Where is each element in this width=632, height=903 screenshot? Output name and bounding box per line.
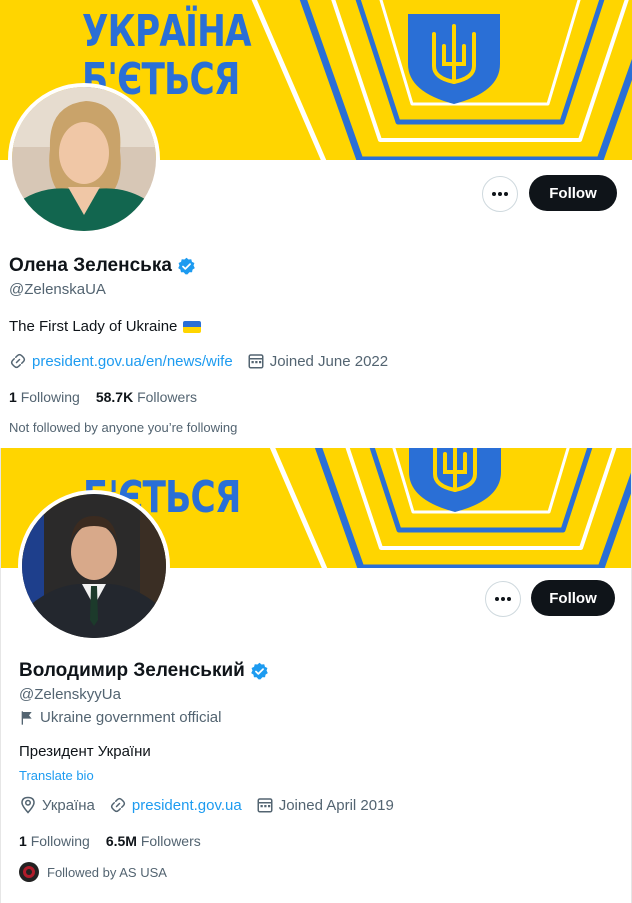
more-icon [495,597,511,601]
profile-meta: president.gov.ua/en/news/wife Joined Jun… [9,352,402,370]
display-name-text: Олена Зеленська [9,255,172,276]
display-name: Володимир Зеленський [19,660,269,682]
bio-text: Президент України [19,743,151,760]
following-link[interactable]: 1 Following [9,389,80,405]
followed-by-text: Not followed by anyone you’re following [9,420,238,435]
handle: @ZelenskaUA [9,281,106,298]
followed-by[interactable]: Followed by AS USA [19,862,167,882]
handle: @ZelenskyyUa [19,686,121,703]
calendar-icon [257,798,273,813]
affiliation-text: Ukraine government official [40,709,222,726]
bio: The First Lady of Ukraine [9,318,202,335]
flag-icon [21,710,32,725]
verified-badge-icon [251,662,268,679]
follower-avatar [19,862,39,882]
follow-counts: 1 Following 6.5M Followers [19,833,201,849]
profile-card-zelenska: УКРАЇНА Б'ЄТЬСЯ Follow Олена Зеленська @… [0,0,632,448]
followers-link[interactable]: 58.7K Followers [96,389,197,405]
verified-badge-icon [178,257,195,274]
joined-date: Joined June 2022 [269,352,389,370]
profile-card-zelenskyy: Б'ЄТЬСЯ Follow Володимир Зеленський @Zel… [0,448,632,903]
more-icon [492,192,508,196]
bio: Президент України [19,743,151,760]
translate-bio-link[interactable]: Translate bio [19,768,94,783]
affiliation-item: Ukraine government official [19,709,221,726]
profile-meta: Україна president.gov.ua Joined April 20… [19,796,408,814]
display-name-text: Володимир Зеленський [19,660,245,681]
bio-text: The First Lady of Ukraine [9,318,178,335]
website-item[interactable]: president.gov.ua/en/news/wife [9,352,233,370]
follow-counts: 1 Following 58.7K Followers [9,389,197,405]
followers-link[interactable]: 6.5M Followers [106,833,201,849]
avatar[interactable] [18,490,170,642]
link-icon [110,797,126,813]
location-icon [21,796,35,814]
location-text: Україна [42,796,95,814]
following-link[interactable]: 1 Following [19,833,90,849]
follow-button[interactable]: Follow [531,580,615,616]
display-name: Олена Зеленська [9,255,196,277]
website-item[interactable]: president.gov.ua [109,796,242,814]
link-icon [10,353,26,369]
follow-button[interactable]: Follow [529,175,617,211]
joined-item: Joined April 2019 [256,796,394,814]
followed-by-text: Followed by AS USA [47,864,167,880]
calendar-icon [248,354,264,369]
website-link[interactable]: president.gov.ua [132,797,242,814]
location-item: Україна [19,796,95,814]
joined-date: Joined April 2019 [278,796,394,814]
more-button[interactable] [482,176,518,212]
more-button[interactable] [485,581,521,617]
affiliation: Ukraine government official [19,709,235,726]
ukraine-flag-icon [183,320,202,333]
website-link[interactable]: president.gov.ua/en/news/wife [32,353,233,370]
joined-item: Joined June 2022 [247,352,388,370]
avatar[interactable] [8,83,160,235]
